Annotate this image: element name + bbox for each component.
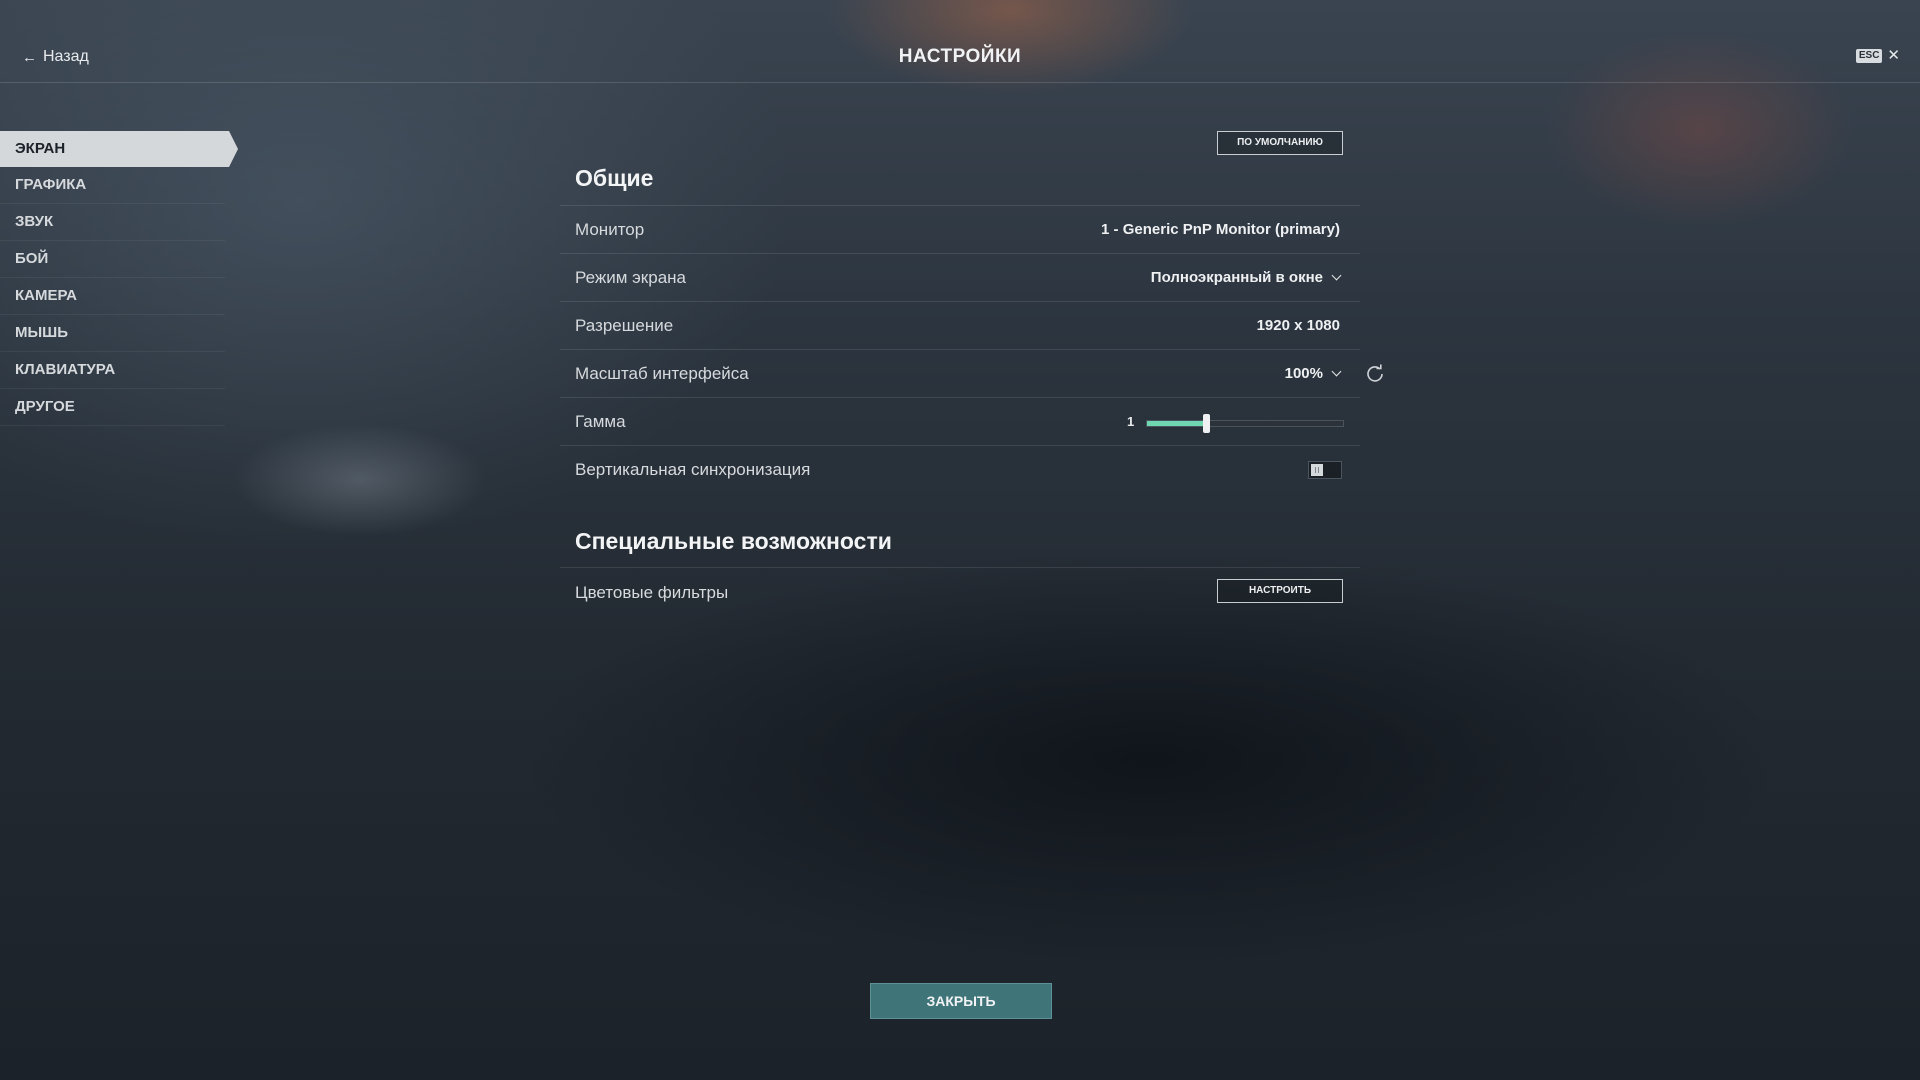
sidebar-item-camera[interactable]: КАМЕРА	[0, 278, 225, 315]
ui-scale-dropdown[interactable]: 100%	[1284, 365, 1342, 382]
sidebar-item-mouse[interactable]: МЫШЬ	[0, 315, 225, 352]
monitor-value-text: 1 - Generic PnP Monitor (primary)	[1101, 221, 1340, 238]
section-title-accessibility: Специальные возможности	[575, 528, 892, 554]
toggle-knob	[1311, 464, 1323, 476]
close-icon: ✕	[1887, 47, 1900, 64]
sidebar-item-screen[interactable]: ЭКРАН	[0, 131, 238, 167]
setting-label: Монитор	[575, 220, 645, 239]
configure-color-filters-button[interactable]: НАСТРОИТЬ	[1217, 579, 1343, 603]
setting-label: Разрешение	[575, 316, 674, 335]
chevron-down-icon	[1331, 270, 1342, 281]
setting-row-monitor: Монитор 1 - Generic PnP Monitor (primary…	[560, 205, 1360, 253]
setting-label: Гамма	[575, 412, 626, 431]
setting-row-screen-mode: Режим экрана Полноэкранный в окне	[560, 253, 1360, 301]
setting-label: Режим экрана	[575, 268, 686, 287]
gamma-slider[interactable]	[1146, 414, 1344, 433]
setting-row-gamma: Гамма 1	[560, 397, 1360, 445]
sidebar-item-battle[interactable]: БОЙ	[0, 241, 225, 278]
screen-mode-dropdown[interactable]: Полноэкранный в окне	[1150, 269, 1342, 286]
setting-label: Вертикальная синхронизация	[575, 460, 811, 479]
section-title-general: Общие	[575, 165, 654, 191]
setting-row-ui-scale: Масштаб интерфейса 100%	[560, 349, 1383, 397]
resolution-value: 1920 x 1080	[1257, 317, 1340, 334]
chevron-down-icon	[1331, 366, 1342, 377]
setting-label: Масштаб интерфейса	[575, 364, 749, 383]
close-button[interactable]: ЗАКРЫТЬ	[870, 983, 1052, 1019]
sidebar-item-keyboard[interactable]: КЛАВИАТУРА	[0, 352, 225, 389]
setting-row-color-filters: Цветовые фильтры НАСТРОИТЬ	[560, 567, 1360, 616]
page-title: НАСТРОЙКИ	[898, 46, 1022, 67]
esc-key-badge: ESC	[1855, 49, 1883, 63]
screen-mode-value: Полноэкранный в окне	[1150, 269, 1323, 286]
ui-scale-value: 100%	[1284, 365, 1323, 382]
setting-label: Цветовые фильтры	[575, 583, 729, 602]
monitor-value: 1 - Generic PnP Monitor (primary)	[1101, 221, 1340, 238]
close-window-button[interactable]: ESC ✕	[1855, 47, 1900, 64]
setting-row-vsync: Вертикальная синхронизация	[560, 445, 1360, 493]
gamma-slider-handle[interactable]	[1203, 414, 1210, 433]
top-bar: ← Назад НАСТРОЙКИ ESC ✕	[0, 0, 1920, 83]
resolution-value-text: 1920 x 1080	[1256, 317, 1340, 334]
reset-to-default-button[interactable]: ПО УМОЛЧАНИЮ	[1217, 131, 1343, 155]
setting-row-resolution: Разрешение 1920 x 1080	[560, 301, 1360, 349]
sidebar-item-other[interactable]: ДРУГОЕ	[0, 389, 225, 426]
gamma-value: 1	[1127, 414, 1135, 429]
settings-sidebar: ЭКРАН ГРАФИКА ЗВУК БОЙ КАМЕРА МЫШЬ КЛАВИ…	[0, 131, 240, 426]
gamma-slider-fill	[1147, 421, 1206, 426]
sidebar-item-graphics[interactable]: ГРАФИКА	[0, 167, 225, 204]
refresh-icon[interactable]	[1364, 362, 1386, 384]
vsync-toggle[interactable]	[1308, 461, 1342, 479]
sidebar-item-sound[interactable]: ЗВУК	[0, 204, 225, 241]
